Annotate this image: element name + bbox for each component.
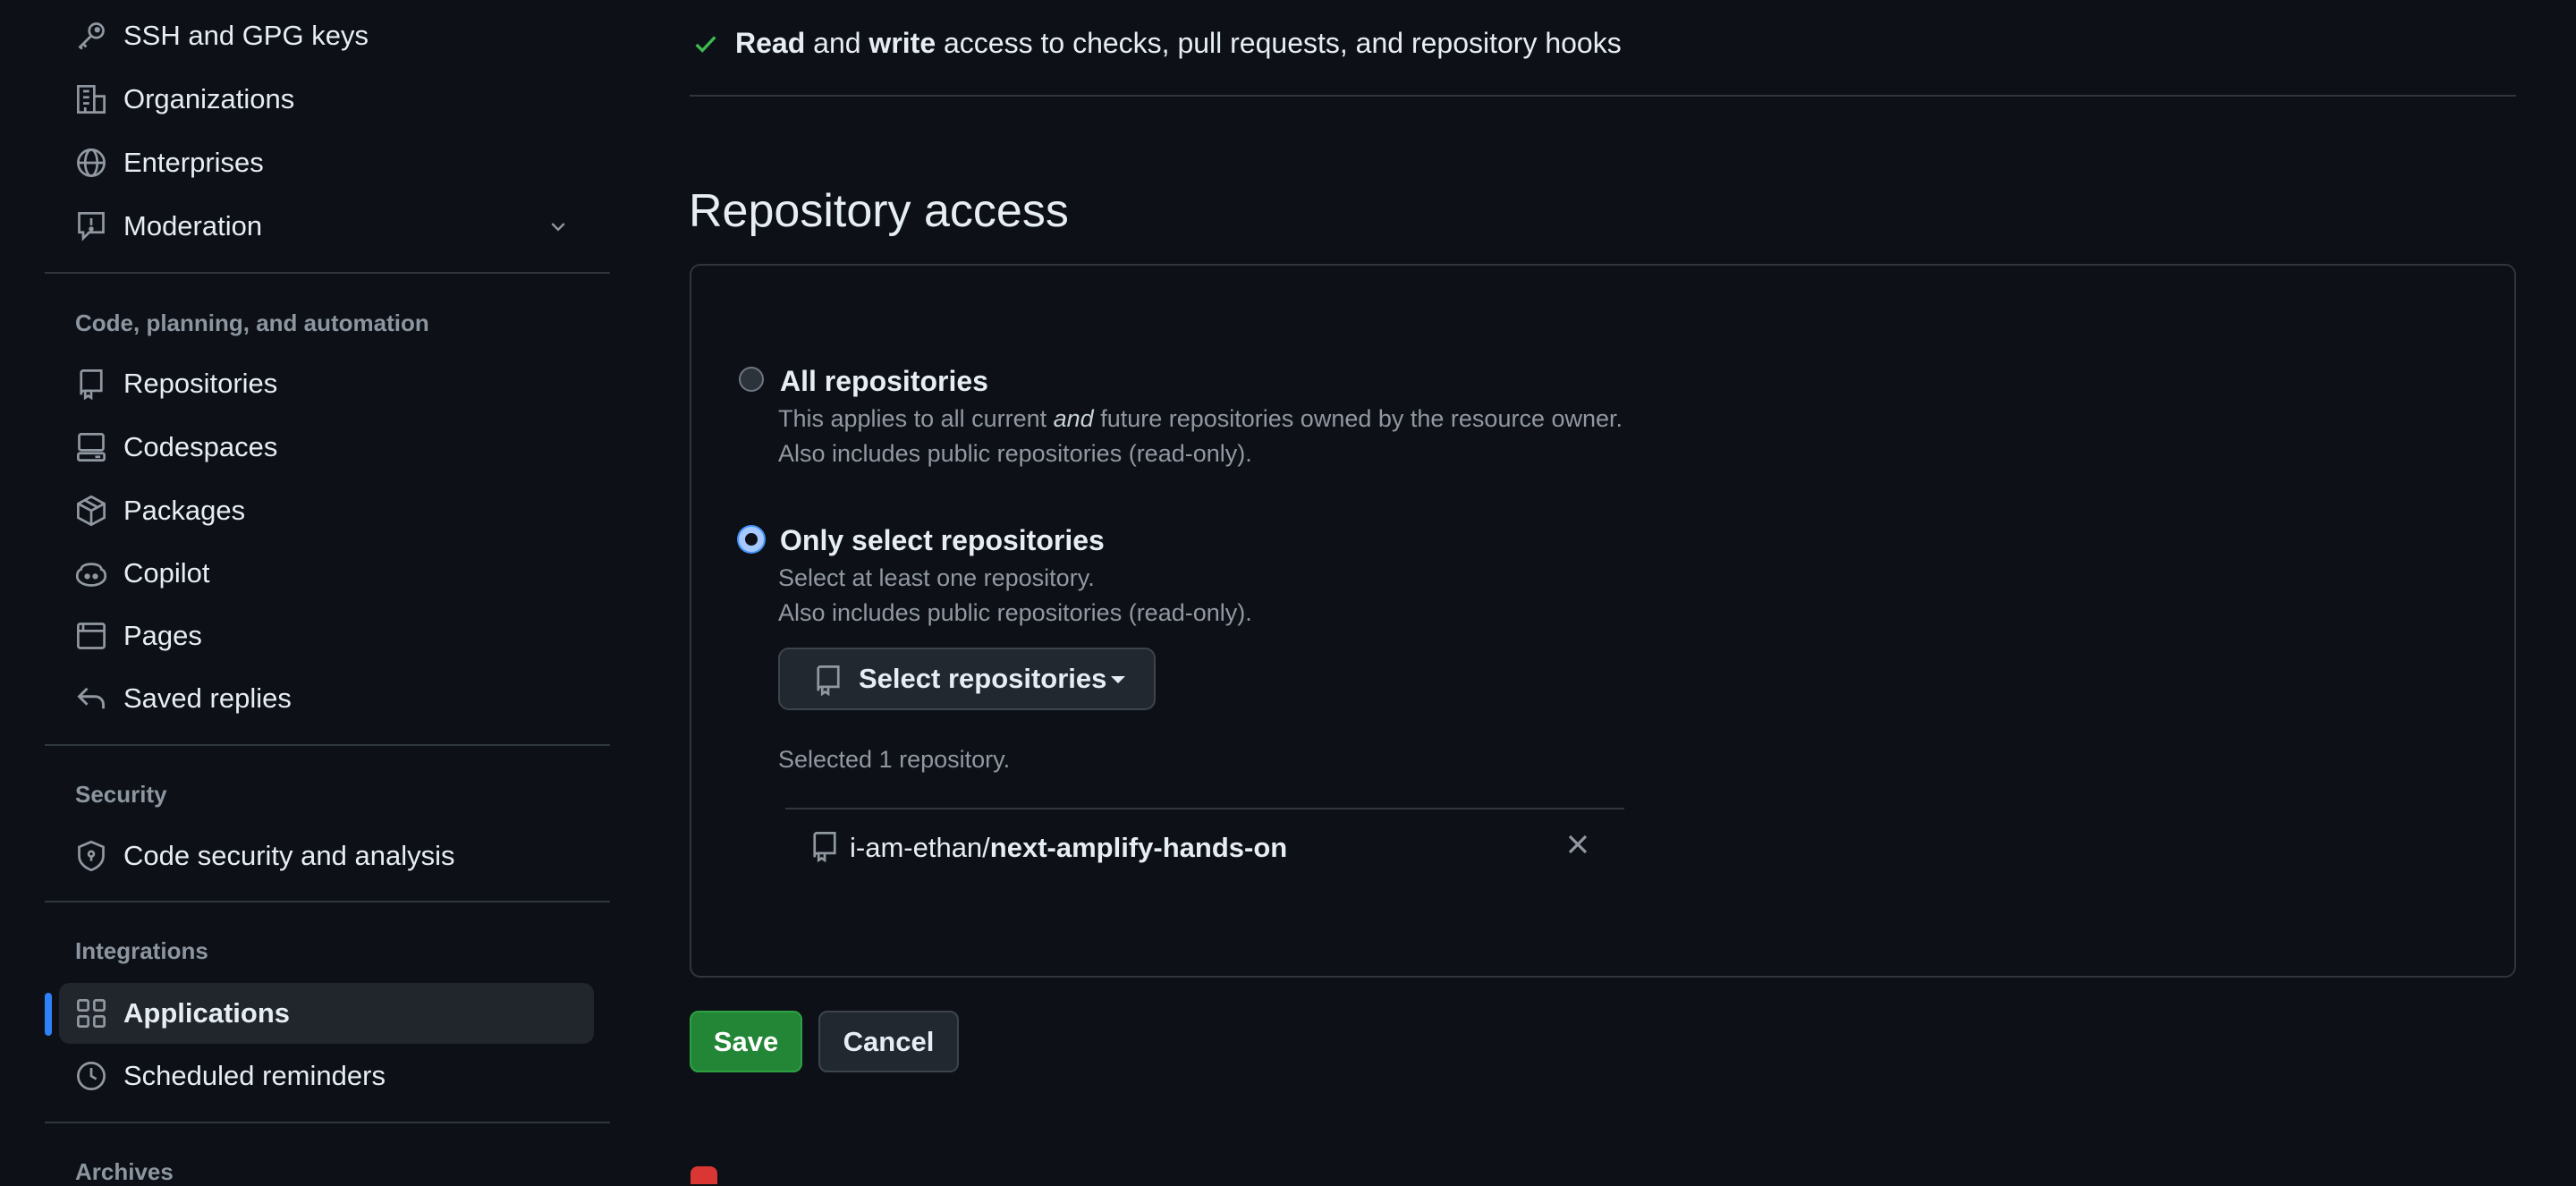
- all-repositories-description: This applies to all current and future r…: [778, 405, 1623, 433]
- repo-list-divider: [785, 808, 1624, 809]
- sidebar-item-repositories[interactable]: Repositories: [59, 353, 594, 414]
- sidebar-item-ssh-gpg-keys[interactable]: SSH and GPG keys: [59, 5, 594, 66]
- sidebar-item-label: Packages: [123, 495, 246, 526]
- sidebar-item-code-security[interactable]: Code security and analysis: [59, 826, 594, 886]
- all-repositories-note: Also includes public repositories (read-…: [778, 440, 1252, 467]
- sidebar-item-moderation[interactable]: Moderation: [59, 196, 594, 257]
- apps-icon: [75, 997, 107, 1029]
- repo-icon: [75, 368, 107, 400]
- sidebar-item-pages[interactable]: Pages: [59, 606, 594, 666]
- danger-heading-icon: [691, 1166, 717, 1184]
- sidebar-item-label: Moderation: [123, 210, 263, 241]
- sidebar-item-copilot[interactable]: Copilot: [59, 543, 594, 604]
- chevron-down-icon[interactable]: [547, 216, 569, 237]
- all-repositories-radio[interactable]: [739, 367, 764, 392]
- active-indicator: [45, 993, 52, 1036]
- sidebar-item-label: Saved replies: [123, 682, 292, 714]
- sidebar-divider: [45, 1122, 610, 1123]
- sidebar-section-heading: Integrations: [75, 937, 208, 964]
- sidebar-item-label: Enterprises: [123, 147, 264, 178]
- sidebar-divider: [45, 901, 610, 902]
- permission-and: and: [805, 27, 869, 59]
- report-icon: [75, 210, 107, 242]
- remove-repo-button[interactable]: [1562, 828, 1594, 860]
- desc-text: This applies to all current: [778, 405, 1054, 432]
- sidebar-item-scheduled-reminders[interactable]: Scheduled reminders: [59, 1046, 594, 1106]
- copilot-icon: [75, 557, 107, 589]
- sidebar-item-packages[interactable]: Packages: [59, 480, 594, 541]
- sidebar-item-label: Applications: [123, 997, 291, 1029]
- check-icon: [692, 30, 719, 57]
- permission-read: Read: [735, 27, 806, 59]
- shield-lock-icon: [75, 840, 107, 872]
- all-repositories-label[interactable]: All repositories: [780, 365, 988, 398]
- sidebar-section-heading: Code, planning, and automation: [75, 309, 429, 336]
- sidebar-divider: [45, 744, 610, 746]
- sidebar-item-label: SSH and GPG keys: [123, 20, 369, 51]
- globe-icon: [75, 147, 107, 179]
- desc-text: future repositories owned by the resourc…: [1093, 405, 1623, 432]
- permission-rest: access to checks, pull requests, and rep…: [936, 27, 1622, 59]
- repo-icon: [809, 830, 841, 862]
- repo-full-name: i-am-ethan/next-amplify-hands-on: [850, 832, 1287, 864]
- select-repositories-note: Also includes public repositories (read-…: [778, 599, 1252, 626]
- codespaces-icon: [75, 431, 107, 463]
- sidebar-item-label: Repositories: [123, 368, 278, 399]
- sidebar-item-label: Copilot: [123, 557, 210, 589]
- select-repositories-label[interactable]: Only select repositories: [780, 524, 1105, 557]
- desc-emphasis: and: [1053, 405, 1094, 432]
- sidebar-section-heading: Security: [75, 781, 167, 808]
- repo-icon: [812, 664, 844, 696]
- package-icon: [75, 495, 107, 527]
- clock-icon: [75, 1060, 107, 1092]
- reply-icon: [75, 682, 107, 715]
- sidebar-item-label: Organizations: [123, 83, 295, 114]
- sidebar-item-applications[interactable]: Applications: [59, 983, 594, 1044]
- sidebar-divider: [45, 272, 610, 274]
- permission-write: write: [869, 27, 936, 59]
- sidebar-section-heading: Archives: [75, 1158, 174, 1185]
- sidebar-item-codespaces[interactable]: Codespaces: [59, 417, 594, 478]
- caret-down-icon: [1111, 676, 1125, 683]
- sidebar-item-label: Codespaces: [123, 431, 278, 462]
- sidebar-item-enterprises[interactable]: Enterprises: [59, 132, 594, 193]
- select-repositories-radio[interactable]: [739, 527, 764, 552]
- save-button[interactable]: Save: [690, 1011, 802, 1072]
- repo-owner: i-am-ethan/: [850, 832, 990, 863]
- key-icon: [75, 20, 107, 52]
- selected-count: Selected 1 repository.: [778, 746, 1011, 773]
- select-repositories-button-label: Select repositories: [859, 663, 1107, 694]
- select-repositories-description: Select at least one repository.: [778, 564, 1095, 591]
- repository-access-title: Repository access: [689, 185, 1069, 237]
- organization-icon: [75, 83, 107, 115]
- sidebar-item-label: Pages: [123, 620, 202, 651]
- sidebar-item-organizations[interactable]: Organizations: [59, 69, 594, 130]
- repo-name: next-amplify-hands-on: [989, 832, 1288, 863]
- browser-icon: [75, 620, 107, 652]
- sidebar-item-label: Scheduled reminders: [123, 1060, 386, 1091]
- select-repositories-button[interactable]: Select repositories: [778, 648, 1156, 710]
- divider: [690, 95, 2516, 97]
- permission-description: Read and write access to checks, pull re…: [735, 27, 1622, 60]
- sidebar-item-saved-replies[interactable]: Saved replies: [59, 668, 594, 729]
- cancel-button[interactable]: Cancel: [818, 1011, 959, 1072]
- sidebar-item-label: Code security and analysis: [123, 840, 455, 871]
